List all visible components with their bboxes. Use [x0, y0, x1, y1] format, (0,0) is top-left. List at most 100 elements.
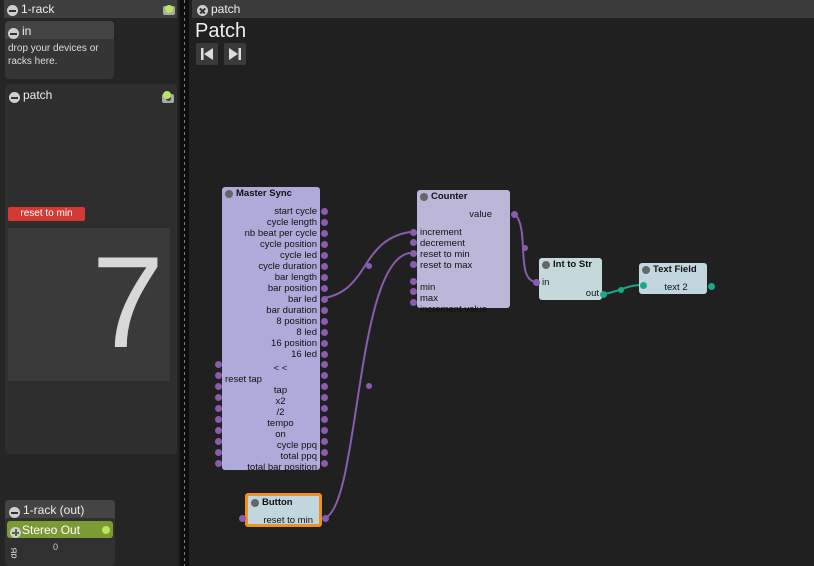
- output-port[interactable]: [321, 514, 329, 522]
- master-sync-input: /2: [276, 407, 285, 418]
- master-sync-input: reset tap: [225, 374, 262, 385]
- output-port[interactable]: [320, 371, 328, 379]
- input-port[interactable]: [214, 459, 222, 467]
- output-port[interactable]: [320, 426, 328, 434]
- master-sync-input: total ppq: [280, 451, 317, 462]
- input-label: in: [542, 277, 550, 288]
- input-port[interactable]: [214, 404, 222, 412]
- input-port[interactable]: [214, 371, 222, 379]
- master-sync-output: bar duration: [266, 305, 317, 316]
- output-port[interactable]: [707, 282, 715, 290]
- output-port[interactable]: [320, 317, 328, 325]
- master-sync-output: 16 led: [291, 349, 317, 360]
- input-port[interactable]: [409, 298, 417, 306]
- output-port[interactable]: [320, 295, 328, 303]
- master-sync-output: nb beat per cycle: [244, 228, 317, 239]
- counter-input: decrement: [420, 238, 465, 249]
- master-sync-input: cycle ppq: [276, 440, 317, 451]
- gear-icon[interactable]: [642, 266, 650, 274]
- output-port[interactable]: [320, 284, 328, 292]
- output-port[interactable]: [510, 210, 518, 218]
- input-port[interactable]: [214, 360, 222, 368]
- master-sync-output: bar length: [274, 272, 317, 283]
- master-sync-output: bar position: [267, 283, 317, 294]
- text-field-title: Text Field: [653, 264, 697, 275]
- output-port[interactable]: [320, 350, 328, 358]
- master-sync-output: cycle led: [280, 250, 317, 261]
- master-sync-output: cycle length: [266, 217, 317, 228]
- counter-input: [417, 271, 510, 282]
- int-to-str-title: Int to Str: [553, 259, 593, 270]
- input-port[interactable]: [214, 437, 222, 445]
- output-port[interactable]: [320, 437, 328, 445]
- master-sync-output: bar led: [287, 294, 317, 305]
- counter-title: Counter: [431, 191, 468, 202]
- output-port[interactable]: [320, 415, 328, 423]
- text-field-node[interactable]: Text Field text 2: [639, 263, 707, 294]
- output-port[interactable]: [320, 262, 328, 270]
- output-port[interactable]: [320, 251, 328, 259]
- master-sync-input: tempo: [267, 418, 294, 429]
- counter-input: reset to max: [420, 260, 473, 271]
- output-port[interactable]: [320, 306, 328, 314]
- master-sync-output: start cycle: [274, 206, 317, 217]
- button-title: Button: [262, 497, 293, 508]
- input-port[interactable]: [214, 382, 222, 390]
- wire-handle[interactable]: [522, 245, 528, 251]
- input-port[interactable]: [214, 393, 222, 401]
- master-sync-input: on: [275, 429, 286, 440]
- output-label: reset to min: [263, 515, 313, 526]
- gear-icon[interactable]: [542, 261, 550, 269]
- output-port[interactable]: [320, 448, 328, 456]
- output-port[interactable]: [320, 404, 328, 412]
- output-port[interactable]: [320, 459, 328, 467]
- input-port[interactable]: [639, 281, 647, 289]
- master-sync-title: Master Sync: [236, 188, 292, 199]
- wire-handle[interactable]: [366, 383, 372, 389]
- output-port[interactable]: [320, 218, 328, 226]
- gear-icon[interactable]: [251, 499, 259, 507]
- output-port[interactable]: [320, 229, 328, 237]
- master-sync-input: x2: [275, 396, 286, 407]
- output-port[interactable]: [320, 382, 328, 390]
- int-to-str-node[interactable]: Int to Str in out: [539, 258, 602, 300]
- input-port[interactable]: [238, 514, 246, 522]
- master-sync-node[interactable]: Master Sync start cycle cycle length nb be…: [222, 187, 320, 473]
- output-port[interactable]: [320, 207, 328, 215]
- input-port[interactable]: [409, 260, 417, 268]
- gear-icon[interactable]: [225, 190, 233, 198]
- counter-node[interactable]: Counter value increment decrement reset to…: [417, 190, 510, 315]
- input-port[interactable]: [409, 228, 417, 236]
- counter-input: reset to min: [420, 249, 470, 260]
- input-port[interactable]: [214, 448, 222, 456]
- output-port[interactable]: [320, 240, 328, 248]
- output-port[interactable]: [599, 290, 607, 298]
- output-port[interactable]: [320, 328, 328, 336]
- input-port[interactable]: [409, 287, 417, 295]
- master-sync-output: 8 position: [276, 316, 317, 327]
- output-port[interactable]: [320, 393, 328, 401]
- master-sync-input: tap: [273, 385, 288, 396]
- input-port[interactable]: [409, 249, 417, 257]
- counter-input: increment value: [420, 304, 488, 315]
- master-sync-output: 16 position: [271, 338, 317, 349]
- master-sync-input: < <: [273, 363, 288, 374]
- input-port[interactable]: [409, 238, 417, 246]
- output-label: value: [469, 209, 492, 220]
- input-port[interactable]: [532, 278, 540, 286]
- text-field-value[interactable]: text 2: [639, 282, 713, 293]
- counter-input: min: [420, 282, 436, 293]
- input-port[interactable]: [214, 415, 222, 423]
- wire-handle[interactable]: [618, 287, 624, 293]
- master-sync-input: total bar position: [247, 462, 317, 473]
- input-port[interactable]: [214, 426, 222, 434]
- wire-handle[interactable]: [366, 263, 372, 269]
- output-port[interactable]: [320, 273, 328, 281]
- counter-input: max: [420, 293, 438, 304]
- gear-icon[interactable]: [420, 193, 428, 201]
- master-sync-output: cycle position: [259, 239, 317, 250]
- output-port[interactable]: [320, 339, 328, 347]
- input-port[interactable]: [409, 277, 417, 285]
- button-node[interactable]: Button reset to min: [245, 493, 322, 527]
- output-port[interactable]: [320, 360, 328, 368]
